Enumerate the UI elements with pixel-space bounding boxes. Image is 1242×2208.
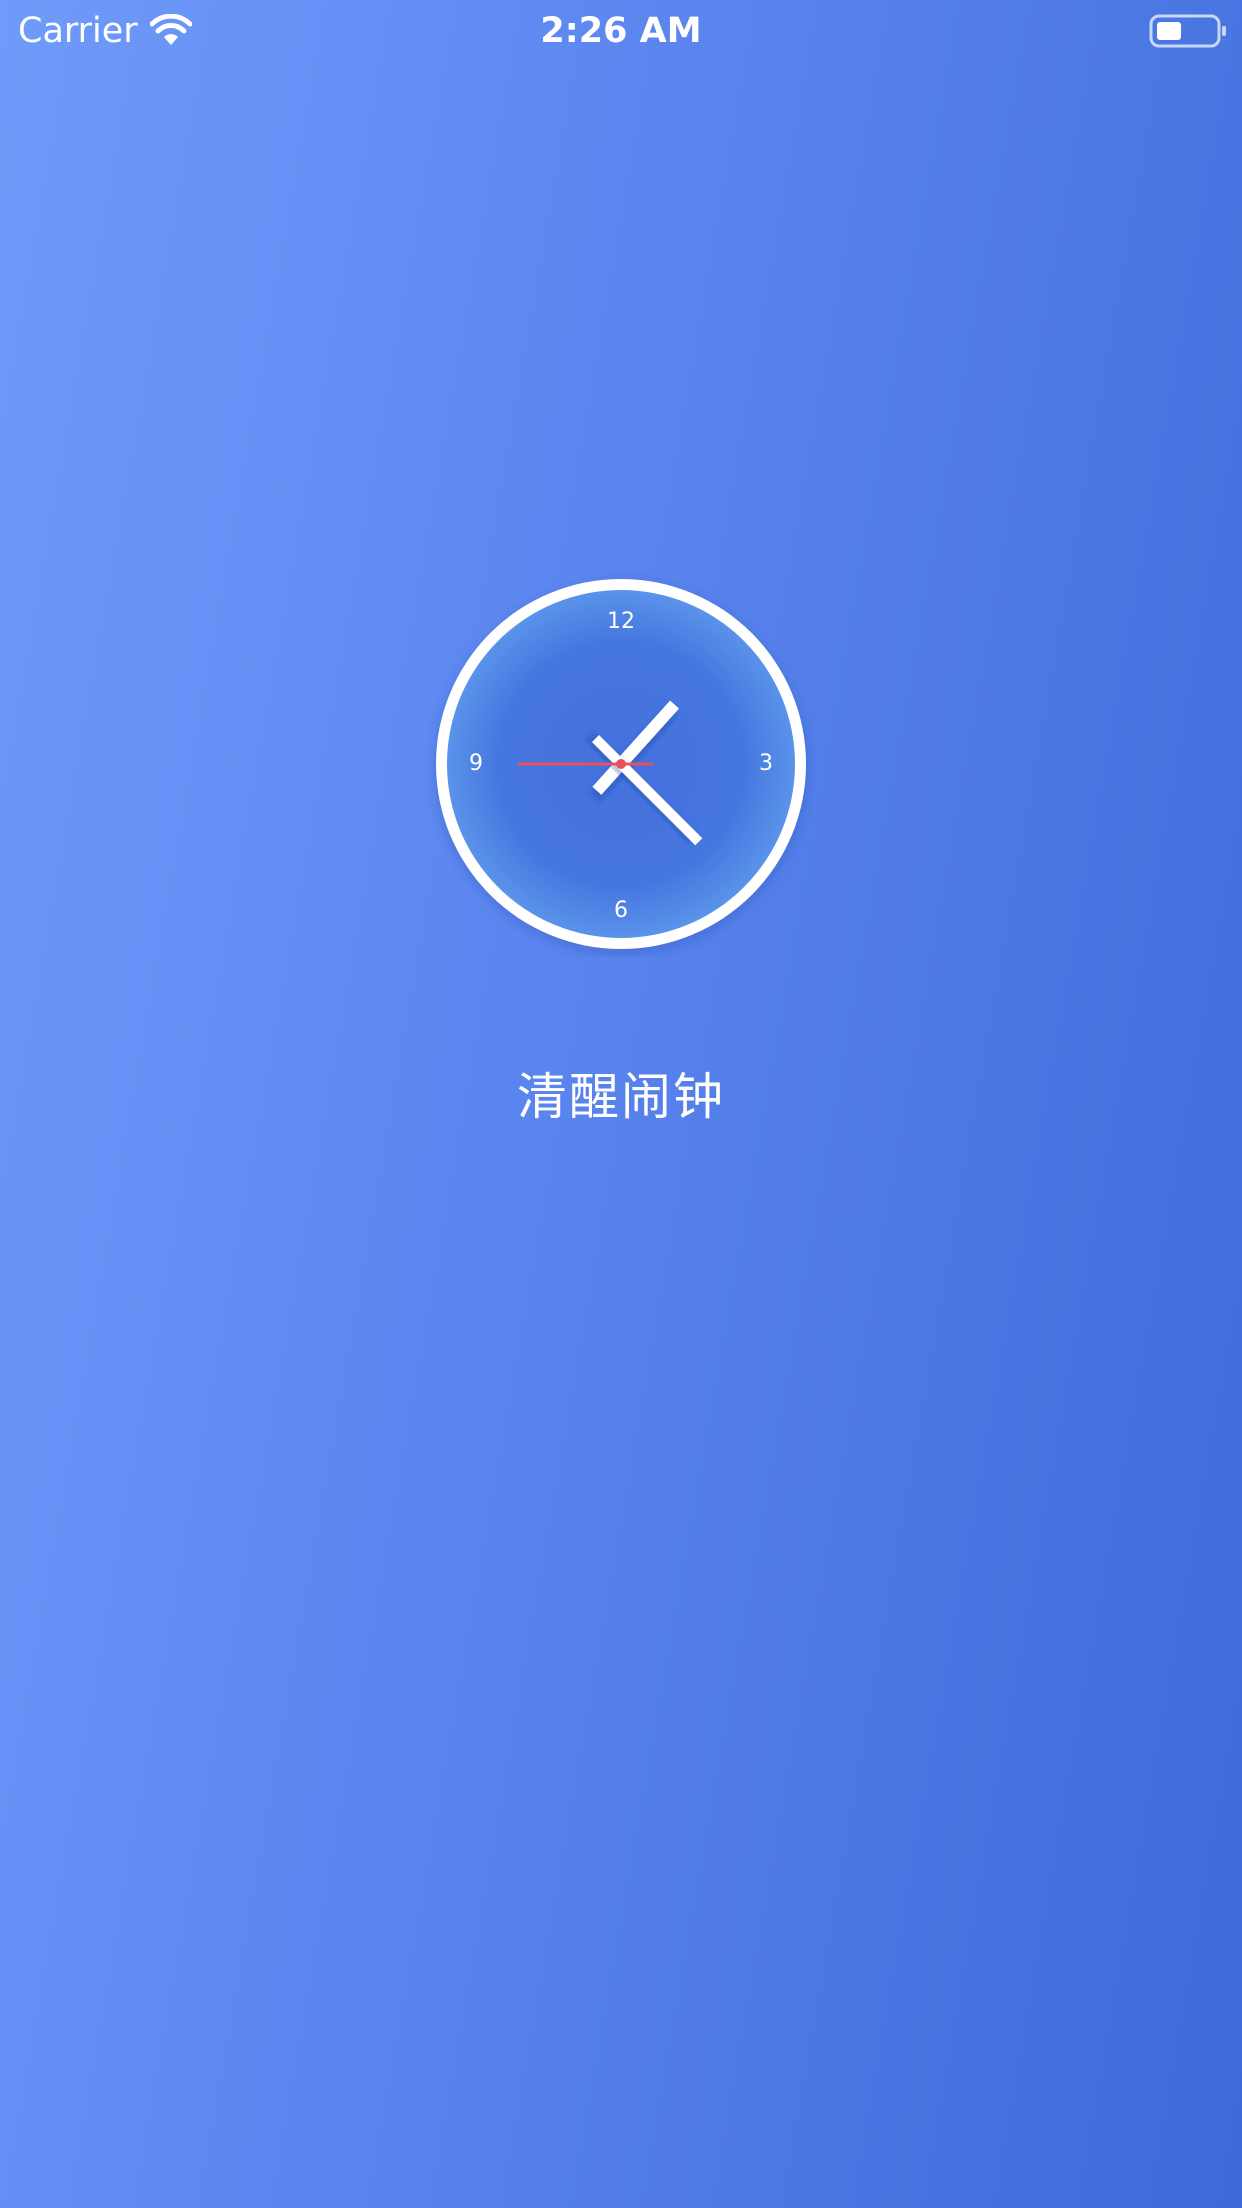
status-bar: Carrier 2:26 AM: [0, 0, 1242, 62]
numeral-9: 9: [469, 751, 483, 776]
numeral-3: 3: [759, 751, 773, 776]
status-time: 2:26 AM: [540, 11, 702, 51]
battery-icon: [1149, 14, 1226, 48]
numeral-12: 12: [607, 609, 635, 634]
second-hand: [518, 762, 653, 766]
analog-clock: 12 3 6 9: [428, 571, 814, 957]
app-title: 清醒闹钟: [517, 1068, 725, 1126]
numeral-6: 6: [614, 898, 628, 923]
clock-center-pin: [616, 759, 626, 769]
